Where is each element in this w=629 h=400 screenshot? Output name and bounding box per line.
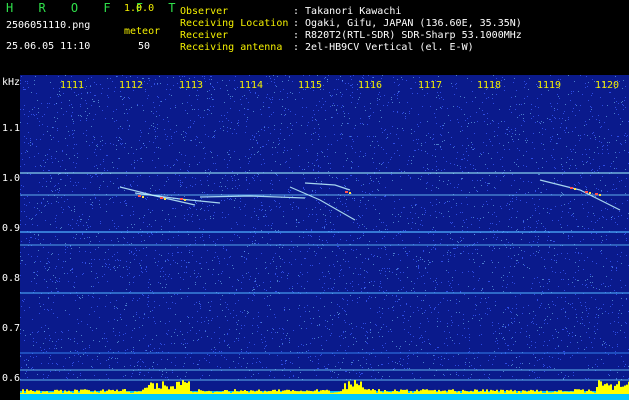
x-tick-1117: 1117 <box>418 80 443 91</box>
echo-hotspot <box>184 199 186 201</box>
x-tick-1120: 1120 <box>595 80 620 91</box>
echo-hotspot <box>180 198 183 200</box>
app-version: 1.0.0 <box>124 3 155 14</box>
y-tick-0-9: 0.9 <box>2 223 21 234</box>
info-value-location: : Ogaki, Gifu, JAPAN (136.60E, 35.35N) <box>293 18 522 29</box>
info-key-receiver: Receiver <box>180 30 229 41</box>
x-tick-1113: 1113 <box>179 80 204 91</box>
echo-hotspot <box>599 194 601 196</box>
echo-hotspot <box>345 191 348 193</box>
info-value-antenna: : 2el-HB9CV Vertical (el. E-W) <box>293 42 474 53</box>
echo-hotspot <box>142 196 144 198</box>
echo-hotspot <box>570 187 573 189</box>
x-tick-1118: 1118 <box>477 80 502 91</box>
y-tick-0-8: 0.8 <box>2 273 21 284</box>
mode-label: meteor <box>124 26 161 37</box>
x-tick-1115: 1115 <box>298 80 323 91</box>
echo-hotspot <box>349 192 351 194</box>
mode-count: 50 <box>138 41 151 52</box>
app-name: H R O F F T <box>6 1 185 15</box>
echo-hotspot <box>164 198 166 200</box>
y-tick-1-0: 1.0 <box>2 173 21 184</box>
spectrogram-canvas <box>20 75 629 400</box>
y-axis-unit: kHz <box>2 77 21 88</box>
x-tick-1111: 1111 <box>60 80 85 91</box>
echo-hotspot <box>574 188 576 190</box>
info-key-observer: Observer <box>180 6 229 17</box>
info-key-location: Receiving Location <box>180 18 289 29</box>
echo-hotspot <box>585 191 588 193</box>
spectrogram-background <box>20 75 629 400</box>
spectrogram <box>20 75 629 400</box>
echo-hotspot <box>138 195 141 197</box>
info-value-observer: : Takanori Kawachi <box>293 6 402 17</box>
y-tick-0-7: 0.7 <box>2 323 21 334</box>
x-tick-1114: 1114 <box>239 80 264 91</box>
x-tick-1119: 1119 <box>537 80 562 91</box>
header: H R O F F T 1.0.0 2506051110.png meteor … <box>0 0 629 75</box>
echo-hotspot <box>160 197 163 199</box>
info-key-antenna: Receiving antenna <box>180 42 283 53</box>
y-tick-0-6: 0.6 <box>2 373 21 384</box>
file-datetime: 25.06.05 11:10 <box>6 41 91 52</box>
file-name: 2506051110.png <box>6 20 91 31</box>
echo-hotspot <box>595 193 598 195</box>
echo-hotspot <box>589 192 591 194</box>
x-tick-1116: 1116 <box>358 80 383 91</box>
info-value-receiver: : R820T2(RTL-SDR) SDR-Sharp 53.1000MHz <box>293 30 522 41</box>
y-tick-1-1: 1.1 <box>2 123 21 134</box>
x-tick-1112: 1112 <box>119 80 144 91</box>
